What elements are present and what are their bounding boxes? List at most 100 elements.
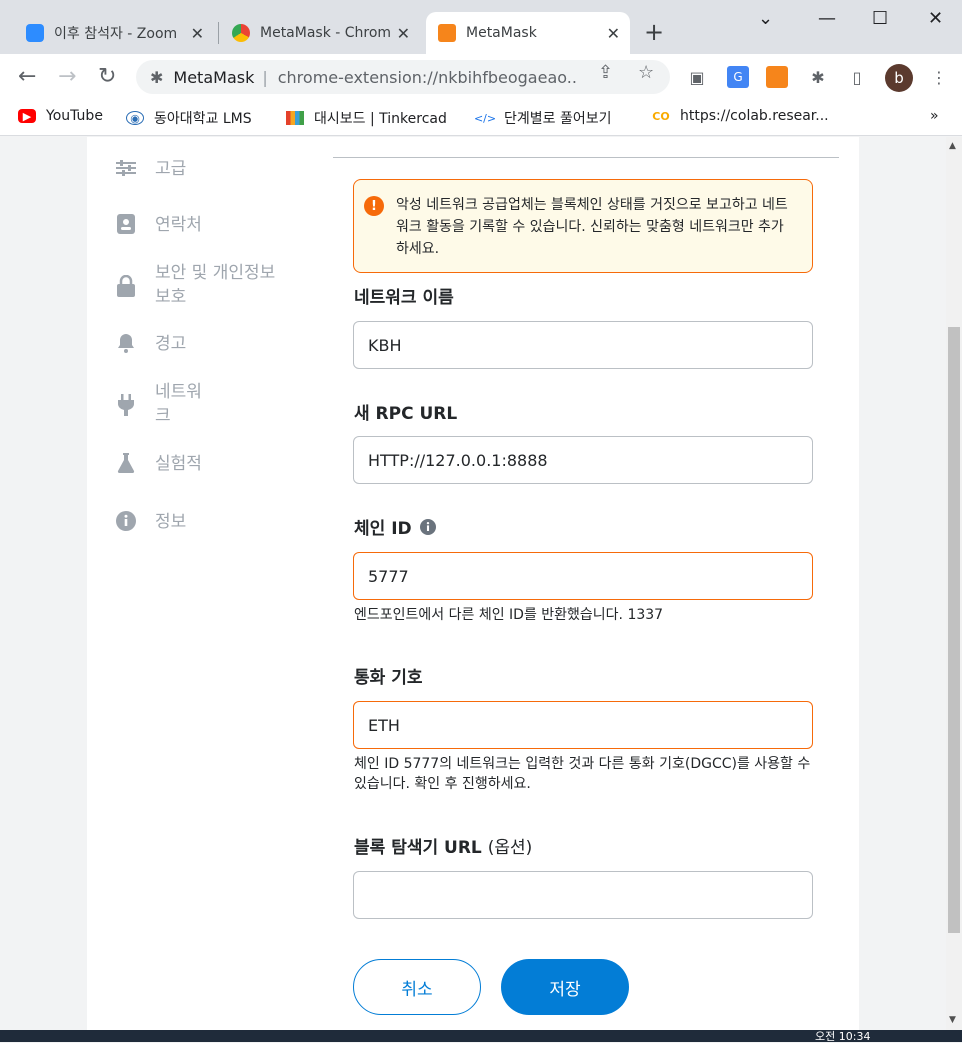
chain-id-label-row: 체인 ID xyxy=(354,514,436,539)
plug-icon xyxy=(115,394,137,416)
share-icon[interactable]: ⇪ xyxy=(598,62,613,83)
extensions-puzzle-icon[interactable]: ✱ xyxy=(807,66,829,88)
sidebar-item-experimental[interactable]: 실험적 xyxy=(115,452,202,476)
chrome-webstore-icon xyxy=(232,24,250,42)
profile-avatar[interactable]: b xyxy=(885,64,913,92)
kebab-menu-icon[interactable]: ⋮ xyxy=(928,66,950,88)
sidebar-item-label: 네트워 크 xyxy=(155,382,202,426)
media-icon[interactable]: ▣ xyxy=(686,66,708,88)
sidebar-item-label: 정보 xyxy=(155,512,187,532)
sidebar-item-advanced[interactable]: 고급 xyxy=(115,157,186,181)
save-button[interactable]: 저장 xyxy=(501,959,629,1015)
tab-search-chevron-icon[interactable]: ⌄ xyxy=(758,8,773,29)
close-icon[interactable]: ✕ xyxy=(607,24,620,43)
scroll-up-icon[interactable]: ▲ xyxy=(949,141,956,151)
chain-id-field[interactable] xyxy=(353,552,813,600)
translate-icon[interactable]: G xyxy=(727,66,749,88)
back-arrow-icon[interactable]: ← xyxy=(18,64,36,89)
bookmark-step-by-step[interactable]: </> 단계별로 풀어보기 xyxy=(473,108,612,128)
sidebar-item-label: 실험적 xyxy=(155,454,202,474)
sidebar-item-alerts[interactable]: 경고 xyxy=(115,332,186,356)
bookmarks-bar: ▶ YouTube ◉ 동아대학교 LMS 대시보드 | Tinkercad <… xyxy=(0,100,962,136)
address-url: chrome-extension://nkbihfbeogaeao... xyxy=(277,67,578,87)
block-explorer-label-row: 블록 탐색기 URL (옵션) xyxy=(354,833,532,858)
metamask-extension-icon[interactable] xyxy=(766,66,788,88)
sliders-icon xyxy=(115,157,137,179)
page-scrollbar[interactable]: ▲ ▼ xyxy=(946,137,962,1030)
network-name-field[interactable] xyxy=(353,321,813,369)
tab-bar: 이후 참석자 - Zoom ✕ MetaMask - Chrome ✕ Meta… xyxy=(0,0,962,54)
close-window-button[interactable]: ✕ xyxy=(928,8,943,29)
chain-id-input[interactable] xyxy=(368,566,812,586)
new-tab-button[interactable]: + xyxy=(644,18,664,46)
puzzle-icon: ✱ xyxy=(150,67,164,87)
bookmark-star-icon[interactable]: ☆ xyxy=(638,62,654,83)
maximize-button[interactable]: ☐ xyxy=(872,8,888,29)
warning-icon: ! xyxy=(364,196,384,216)
rpc-url-input[interactable] xyxy=(368,450,812,470)
bookmark-label: 동아대학교 LMS xyxy=(154,111,252,127)
address-bar[interactable]: ✱ MetaMask | chrome-extension://nkbihfbe… xyxy=(136,60,670,94)
bookmark-dau-lms[interactable]: ◉ 동아대학교 LMS xyxy=(126,108,252,128)
university-logo-icon: ◉ xyxy=(126,111,144,125)
block-explorer-input[interactable] xyxy=(368,885,812,905)
section-divider xyxy=(333,157,839,158)
network-name-input[interactable] xyxy=(368,335,812,355)
side-panel-icon[interactable]: ▯ xyxy=(846,66,868,88)
rpc-url-field[interactable] xyxy=(353,436,813,484)
address-divider: | xyxy=(262,67,268,87)
sidebar-item-label: 경고 xyxy=(155,334,187,354)
bell-icon xyxy=(115,332,137,354)
rpc-url-label: 새 RPC URL xyxy=(354,404,458,424)
contact-book-icon xyxy=(115,213,137,235)
block-explorer-label: 블록 탐색기 URL xyxy=(354,838,482,858)
bookmark-label: 단계별로 풀어보기 xyxy=(504,111,612,127)
browser-toolbar: ← → ↻ ✱ MetaMask | chrome-extension://nk… xyxy=(0,54,962,100)
bookmark-label: YouTube xyxy=(46,108,103,124)
reload-icon[interactable]: ↻ xyxy=(98,64,116,89)
cancel-button[interactable]: 취소 xyxy=(353,959,481,1015)
minimize-button[interactable]: — xyxy=(818,8,836,29)
currency-symbol-field[interactable] xyxy=(353,701,813,749)
tab-metamask[interactable]: MetaMask ✕ xyxy=(426,12,630,54)
close-icon[interactable]: ✕ xyxy=(397,24,410,43)
chain-id-label: 체인 ID xyxy=(354,519,412,539)
warning-text: 악성 네트워크 공급업체는 블록체인 상태를 거짓으로 보고하고 네트워크 활동… xyxy=(396,197,788,257)
sidebar-item-networks[interactable]: 네트워 크 xyxy=(115,380,202,428)
sidebar-item-security[interactable]: 보안 및 개인정보 보호 xyxy=(115,261,275,309)
tab-title: MetaMask xyxy=(466,25,537,41)
tab-title: 이후 참석자 - Zoom xyxy=(54,26,178,42)
tab-zoom[interactable]: 이후 참석자 - Zoom ✕ xyxy=(14,12,214,54)
tab-metamask-chrome[interactable]: MetaMask - Chrome ✕ xyxy=(220,12,420,54)
tab-title: MetaMask - Chrome xyxy=(260,25,390,41)
currency-symbol-label: 통화 기호 xyxy=(354,668,423,688)
sidebar-item-about[interactable]: 정보 xyxy=(115,510,186,534)
zoom-icon xyxy=(26,24,44,42)
close-icon[interactable]: ✕ xyxy=(191,24,204,43)
youtube-icon: ▶ xyxy=(18,109,36,123)
scrollbar-thumb[interactable] xyxy=(948,327,960,933)
tab-separator xyxy=(218,22,219,44)
bookmark-tinkercad[interactable]: 대시보드 | Tinkercad xyxy=(286,108,447,128)
os-taskbar: 오전 10:34 xyxy=(0,1030,962,1042)
optional-tag: (옵션) xyxy=(487,838,533,858)
metamask-fox-icon xyxy=(438,24,456,42)
address-site: MetaMask xyxy=(173,67,255,87)
currency-symbol-input[interactable] xyxy=(368,715,812,735)
sidebar-item-label: 보안 및 개인정보 보호 xyxy=(155,263,276,307)
block-explorer-field[interactable] xyxy=(353,871,813,919)
info-icon[interactable] xyxy=(419,518,436,535)
forward-arrow-icon[interactable]: → xyxy=(58,64,76,89)
flask-icon xyxy=(115,452,137,474)
bookmark-colab[interactable]: CO https://colab.resear... xyxy=(652,108,828,124)
chain-id-error: 엔드포인트에서 다른 체인 ID를 반환했습니다. 1337 xyxy=(354,607,664,623)
more-bookmarks-button[interactable]: » xyxy=(930,108,939,124)
code-icon: </> xyxy=(473,111,497,125)
colab-icon: CO xyxy=(652,109,670,123)
scroll-down-icon[interactable]: ▼ xyxy=(949,1015,956,1025)
settings-panel: 고급 연락처 보안 및 개인정보 보호 경고 네트워 크 실험적 정보 ! 악성… xyxy=(87,137,859,1030)
network-name-label: 네트워크 이름 xyxy=(354,288,454,308)
info-icon xyxy=(115,510,137,532)
sidebar-item-contacts[interactable]: 연락처 xyxy=(115,213,202,237)
bookmark-youtube[interactable]: ▶ YouTube xyxy=(18,108,103,124)
